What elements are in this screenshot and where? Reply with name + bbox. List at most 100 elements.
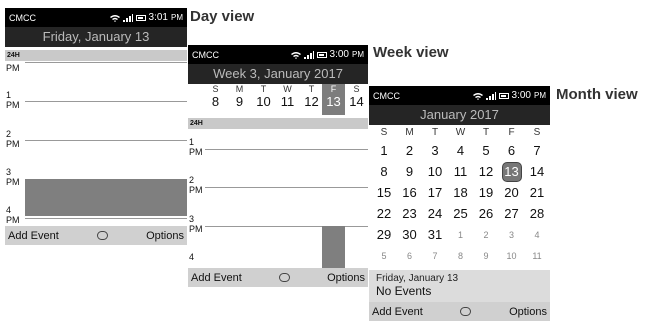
week-day[interactable]: M9 (228, 84, 251, 115)
add-event-softkey[interactable]: Add Event (191, 272, 242, 284)
calendar-day[interactable]: 17 (422, 185, 448, 201)
calendar-day[interactable]: 29 (371, 227, 397, 243)
calendar-day[interactable]: 2 (397, 143, 423, 159)
clock-ampm: PM (534, 91, 546, 100)
weekday-header: W (455, 127, 466, 138)
weekday-header: F (508, 127, 515, 138)
month-view-screen: CMCC 3:00 PM January 2017 SMTWTFS1234567… (369, 86, 550, 321)
24h-band[interactable]: 24H (188, 118, 368, 129)
calendar-day[interactable]: 11 (448, 164, 474, 180)
softkey-bar: Add Event Options (188, 268, 368, 287)
calendar-day[interactable]: 26 (473, 206, 499, 222)
calendar-day[interactable]: 23 (397, 206, 423, 222)
agenda-date: Friday, January 13 (376, 273, 459, 284)
week-day[interactable]: S 14 (345, 84, 368, 115)
week-day[interactable]: T 12 (300, 84, 323, 115)
week-view-caption: Week view (373, 44, 449, 61)
calendar-day[interactable]: 3 (422, 143, 448, 159)
calendar-day-outside[interactable]: 11 (524, 248, 550, 264)
calendar-day[interactable]: 9 (397, 164, 423, 180)
calendar-day-outside[interactable]: 2 (473, 227, 499, 243)
calendar-day[interactable]: 25 (448, 206, 474, 222)
week-day-selected[interactable]: F 13 (322, 84, 345, 115)
calendar-day-outside[interactable]: 8 (448, 248, 474, 264)
hour-line (25, 62, 187, 63)
hour-label: 1 PM (189, 137, 203, 157)
calendar-day-outside[interactable]: 10 (499, 248, 525, 264)
calendar-day[interactable]: 15 (371, 185, 397, 201)
hour-line (205, 149, 368, 150)
calendar-day[interactable]: 28 (524, 206, 550, 222)
hour-label: 3 PM (189, 214, 203, 234)
calendar-day[interactable]: 12 (473, 164, 499, 180)
wifi-icon (109, 14, 120, 22)
hour-label: PM (6, 63, 20, 73)
weekday-header: S (533, 127, 541, 138)
calendar-day-outside[interactable]: 5 (371, 248, 397, 264)
calendar-day-outside[interactable]: 4 (524, 227, 550, 243)
calendar-day[interactable]: 10 (422, 164, 448, 180)
clock-ampm: PM (171, 13, 183, 22)
week-day[interactable]: T 10 (252, 84, 275, 115)
hour-line (25, 101, 187, 102)
calendar-day[interactable]: 18 (448, 185, 474, 201)
options-softkey[interactable]: Options (146, 230, 184, 242)
calendar-day-outside[interactable]: 3 (499, 227, 525, 243)
week-view-screen: CMCC 3:00 PM Week 3, January 2017 S8 M9 … (188, 45, 368, 287)
hour-label: 4 (189, 252, 195, 262)
status-bar: CMCC 3:01 PM (5, 8, 187, 27)
calendar-day[interactable]: 14 (524, 164, 550, 180)
wifi-icon (472, 92, 483, 100)
add-event-softkey[interactable]: Add Event (372, 306, 423, 318)
calendar-day[interactable]: 16 (397, 185, 423, 201)
calendar-day[interactable]: 21 (524, 185, 550, 201)
carrier-name: CMCC (373, 90, 400, 101)
hour-label: 1 PM (6, 90, 20, 110)
month-view-caption: Month view (556, 86, 638, 103)
signal-icon (303, 50, 314, 59)
battery-icon (135, 14, 146, 21)
24h-band[interactable]: 24H (5, 50, 187, 61)
calendar-day[interactable]: 27 (499, 206, 525, 222)
agenda-events: No Events (376, 284, 432, 298)
calendar-day[interactable]: 8 (371, 164, 397, 180)
week-day[interactable]: W 11 (276, 84, 299, 115)
calendar-day[interactable]: 4 (448, 143, 474, 159)
calendar-day[interactable]: 20 (499, 185, 525, 201)
hour-line (25, 140, 187, 141)
week-day[interactable]: S8 (204, 84, 227, 115)
calendar-day-outside[interactable]: 7 (422, 248, 448, 264)
page-title: January 2017 (369, 105, 550, 125)
calendar-day-outside[interactable]: 1 (448, 227, 474, 243)
hour-line (25, 218, 187, 219)
clock-time: 3:00 (329, 49, 349, 60)
hour-line (205, 187, 368, 188)
weekday-header: T (431, 127, 439, 138)
event-block[interactable] (322, 226, 345, 268)
status-bar: CMCC 3:00 PM (369, 86, 550, 105)
calendar-day[interactable]: 24 (422, 206, 448, 222)
calendar-day[interactable]: 1 (371, 143, 397, 159)
status-bar: CMCC 3:00 PM (188, 45, 368, 64)
calendar-day[interactable]: 31 (422, 227, 448, 243)
week-day-header: S8 M9 T 10 W 11 T 12 F 13 S 14 (188, 84, 368, 115)
calendar-day[interactable]: 7 (524, 143, 550, 159)
calendar-day-selected[interactable]: 13 (501, 162, 522, 182)
ok-key-icon[interactable] (96, 231, 108, 240)
calendar-day-outside[interactable]: 6 (397, 248, 423, 264)
battery-icon (316, 51, 327, 58)
event-block[interactable] (25, 179, 187, 216)
ok-key-icon[interactable] (278, 273, 290, 282)
calendar-day[interactable]: 6 (499, 143, 525, 159)
ok-key-icon[interactable] (460, 307, 472, 316)
hour-label: 3 PM (6, 167, 20, 187)
calendar-day[interactable]: 19 (473, 185, 499, 201)
weekday-header: T (482, 127, 490, 138)
calendar-day[interactable]: 5 (473, 143, 499, 159)
add-event-softkey[interactable]: Add Event (8, 230, 59, 242)
options-softkey[interactable]: Options (327, 272, 365, 284)
calendar-day[interactable]: 30 (397, 227, 423, 243)
options-softkey[interactable]: Options (509, 306, 547, 318)
calendar-day[interactable]: 22 (371, 206, 397, 222)
calendar-day-outside[interactable]: 9 (473, 248, 499, 264)
